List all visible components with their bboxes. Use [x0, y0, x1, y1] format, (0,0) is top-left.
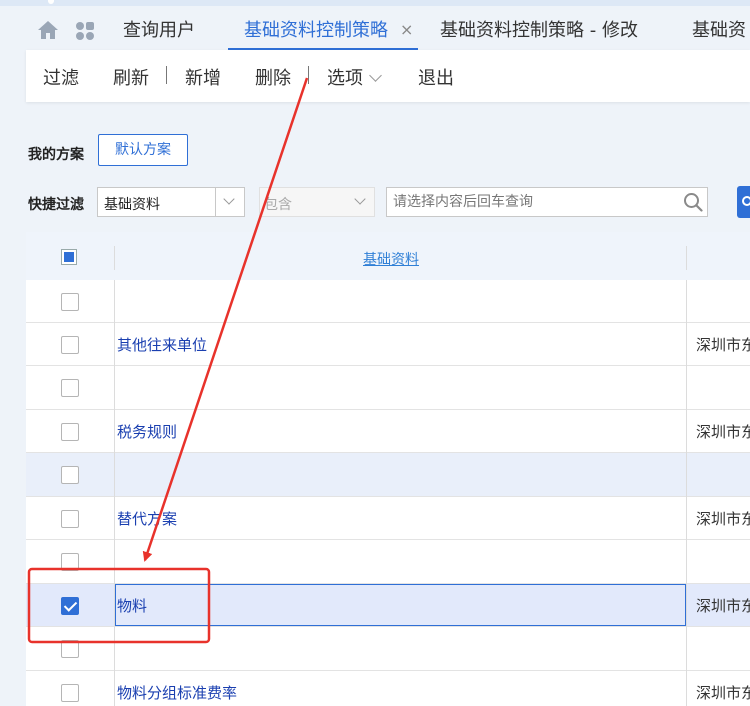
add-button[interactable]: 新增: [185, 64, 221, 90]
filter-field-dropdown[interactable]: [215, 188, 244, 216]
options-menu-button[interactable]: 选项: [327, 64, 382, 90]
table-row[interactable]: 物料分组标准费率 深圳市东: [26, 671, 750, 706]
cell-organization: 深圳市东: [696, 423, 750, 441]
row-checkbox[interactable]: [61, 684, 79, 702]
table-row[interactable]: [26, 627, 750, 671]
apps-grid-icon[interactable]: [74, 20, 96, 42]
toolbar: 过滤 刷新 新增 删除 选项 退出: [26, 50, 750, 102]
table-row[interactable]: [26, 280, 750, 323]
row-checkbox[interactable]: [61, 423, 79, 441]
search-input[interactable]: [386, 187, 708, 217]
exit-button[interactable]: 退出: [418, 64, 454, 90]
cell-basic-data[interactable]: 替代方案: [117, 508, 177, 529]
focused-cell-outline: [115, 584, 686, 626]
table-row[interactable]: [26, 453, 750, 497]
select-all-checkbox[interactable]: [61, 249, 77, 265]
column-divider: [686, 246, 687, 270]
row-checkbox[interactable]: [61, 553, 79, 571]
search-icon: [742, 196, 750, 206]
tab-bar: 查询用户 基础资料控制策略 × 基础资料控制策略 - 修改 基础资: [0, 6, 750, 51]
row-checkbox[interactable]: [61, 466, 79, 484]
table-row[interactable]: 税务规则 深圳市东: [26, 410, 750, 453]
row-checkbox[interactable]: [61, 379, 79, 397]
options-label: 选项: [327, 68, 363, 89]
filter-button[interactable]: 过滤: [43, 64, 79, 90]
cell-basic-data[interactable]: 其他往来单位: [117, 334, 207, 355]
row-checkbox[interactable]: [61, 597, 79, 615]
cell-basic-data[interactable]: 物料分组标准费率: [117, 682, 237, 703]
filter-operator-select[interactable]: 包含: [259, 187, 375, 217]
row-checkbox[interactable]: [61, 293, 79, 311]
column-divider: [114, 280, 115, 706]
my-plan-label: 我的方案: [28, 147, 84, 163]
filter-operator-value: 包含: [264, 197, 292, 213]
search-icon[interactable]: [683, 192, 703, 212]
cell-organization: 深圳市东: [696, 336, 750, 354]
toolbar-separator: [166, 66, 167, 84]
refresh-button[interactable]: 刷新: [113, 64, 149, 90]
table-row[interactable]: 替代方案 深圳市东: [26, 497, 750, 540]
cell-basic-data[interactable]: 税务规则: [117, 421, 177, 442]
column-divider: [114, 246, 115, 270]
row-checkbox[interactable]: [61, 640, 79, 658]
column-header-basic-data[interactable]: 基础资料: [363, 249, 419, 269]
table-row[interactable]: 其他往来单位 深圳市东: [26, 323, 750, 366]
chevron-down-icon: [223, 193, 235, 205]
grid-header: 基础资料: [26, 232, 750, 280]
table-row[interactable]: [26, 540, 750, 584]
default-plan-button[interactable]: 默认方案: [98, 134, 188, 166]
data-grid: 基础资料 其他往来单位 深圳市东 税务规则 深圳市东 替代方案 深圳市东 物料 深圳市东 物料分…: [26, 232, 750, 706]
cell-organization: 深圳市东: [696, 597, 750, 615]
toolbar-separator: [308, 66, 309, 84]
cell-organization: 深圳市东: [696, 684, 750, 702]
chevron-down-icon: [369, 69, 382, 82]
filter-field-value: 基础资料: [104, 197, 160, 213]
chevron-down-icon: [354, 193, 366, 205]
filter-field-select[interactable]: 基础资料: [97, 187, 245, 217]
tab-basic-data-control-policy-edit[interactable]: 基础资料控制策略 - 修改: [440, 16, 638, 42]
tab-query-users[interactable]: 查询用户: [123, 16, 195, 42]
tab-basic-data-control-policy[interactable]: 基础资料控制策略: [244, 16, 388, 42]
tab-basic-data-truncated[interactable]: 基础资: [692, 16, 746, 42]
table-row[interactable]: [26, 366, 750, 410]
column-divider: [686, 280, 687, 706]
quick-filter-label: 快捷过滤: [28, 197, 84, 213]
row-checkbox[interactable]: [61, 336, 79, 354]
cell-organization: 深圳市东: [696, 510, 750, 528]
query-button[interactable]: [737, 186, 750, 218]
row-checkbox[interactable]: [61, 510, 79, 528]
home-icon[interactable]: [36, 19, 60, 41]
tab-close-icon[interactable]: ×: [400, 20, 413, 39]
delete-button[interactable]: 删除: [255, 64, 291, 90]
